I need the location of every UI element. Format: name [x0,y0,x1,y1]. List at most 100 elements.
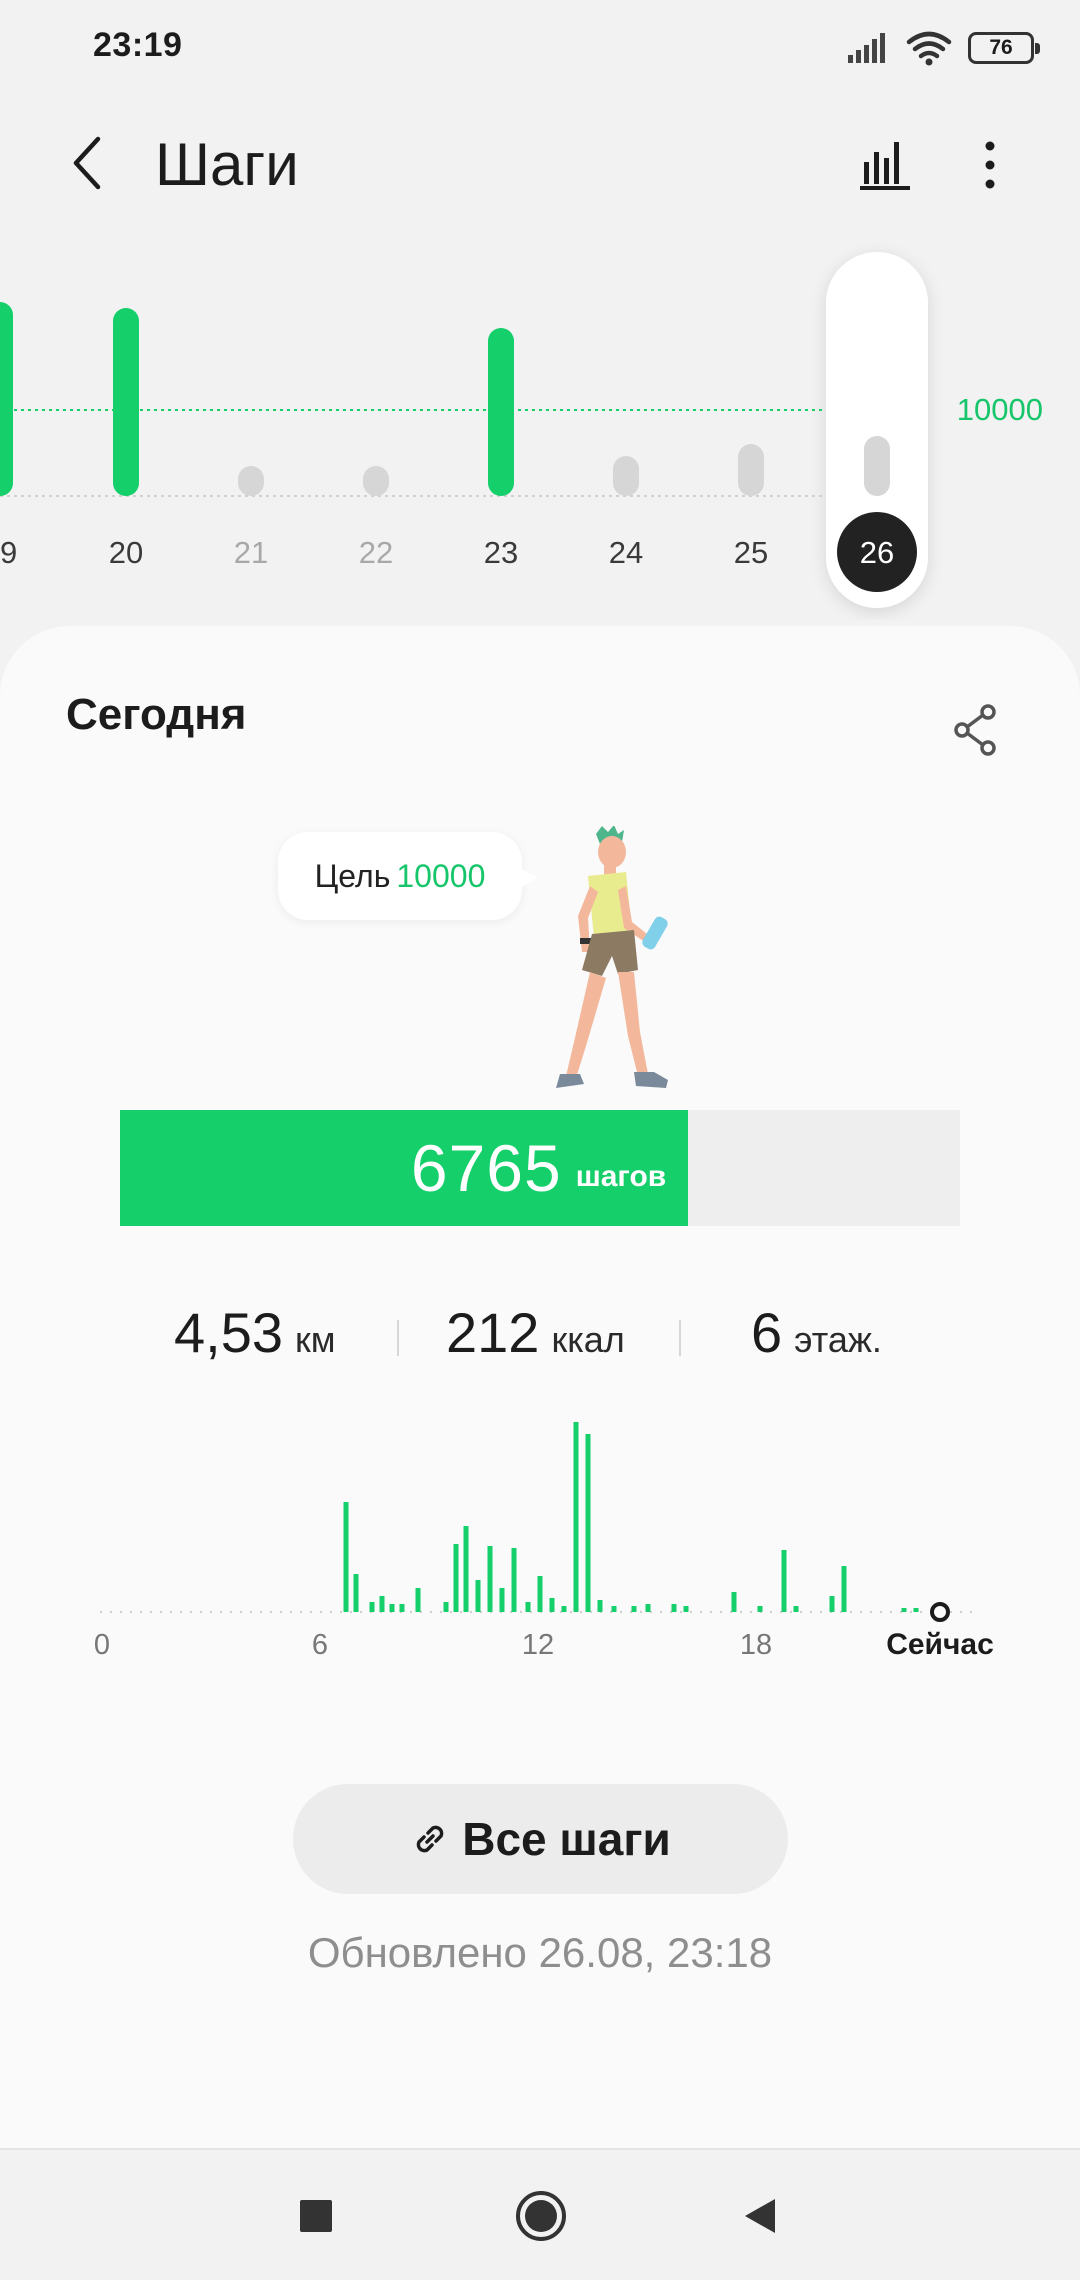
hour-axis-label: 0 [94,1629,110,1661]
hourly-bar [399,1604,405,1612]
hourly-bar [841,1566,847,1612]
hourly-bar [525,1602,531,1612]
hourly-bar [343,1502,349,1612]
hourly-bar [379,1596,385,1612]
distance-stat: 4,53 км [174,1300,336,1365]
goal-label: 10000 [957,392,1043,427]
hourly-bar [561,1606,567,1612]
goal-label: Цель [314,857,391,894]
day-label-25[interactable]: 25 [734,535,768,570]
hourly-bar [901,1608,907,1612]
today-card: Сегодня Цель 10000 6765 шагов 4,53 км 21… [0,626,1080,2148]
status-bar: 23:19 76 [0,0,1080,96]
stat-divider [679,1320,681,1356]
day-bar-26[interactable] [864,436,890,496]
all-steps-label: Все шаги [462,1813,671,1865]
battery-level: 76 [989,36,1013,59]
day-label-22[interactable]: 22 [359,535,393,570]
updated-timestamp: Обновлено 26.08, 23:18 [307,1929,773,1976]
triangle-back-icon [745,2199,775,2233]
hourly-bar [597,1600,603,1612]
goal-value: 10000 [396,857,486,894]
hourly-bar [585,1434,591,1612]
now-axis-label: Сейчас [886,1628,994,1661]
today-title: Сегодня [66,690,247,739]
hourly-bar [415,1588,421,1612]
hourly-bar [683,1606,689,1612]
day-label-20[interactable]: 20 [109,535,143,570]
day-bar-21[interactable] [238,466,264,496]
day-label-23[interactable]: 23 [484,535,518,570]
week-strip[interactable]: 10000 19 20 21 22 23 24 25 26 [0,240,1080,620]
circle-icon [516,2191,566,2241]
hourly-bar [631,1606,637,1612]
hourly-chart-svg: 0 6 12 18 Сейчас [94,1406,994,1661]
calories-value: 212 [446,1301,540,1364]
signal-icon [848,33,885,63]
wifi-icon [906,31,952,66]
hour-axis-label: 6 [312,1629,328,1661]
chevron-left-icon [73,136,101,190]
floors-unit: этаж. [794,1319,882,1360]
hourly-bar [537,1576,543,1612]
hourly-bar [549,1598,555,1612]
day-bar-20[interactable] [113,308,139,496]
hourly-bar [463,1526,469,1612]
goal-bubble: Цель 10000 [278,832,538,920]
back-button[interactable] [56,128,116,198]
hourly-bar [487,1546,493,1612]
day-label-21[interactable]: 21 [234,535,268,570]
now-marker [930,1602,950,1622]
day-bar-24[interactable] [613,456,639,496]
status-icons: 76 [846,28,1040,68]
day-label-26[interactable]: 26 [860,535,894,570]
day-label-24[interactable]: 24 [609,535,643,570]
hour-axis-label: 12 [522,1629,554,1661]
week-chart[interactable]: 10000 19 20 21 22 23 24 25 26 [0,240,1080,620]
hourly-bar [731,1592,737,1612]
more-vertical-icon [985,141,995,189]
hourly-bar [793,1606,799,1612]
hourly-bar [671,1604,677,1612]
floors-stat: 6 этаж. [751,1300,882,1365]
steps-progress-bar: 6765 шагов [120,1110,960,1226]
day-label-19[interactable]: 19 [0,535,17,570]
more-options-button[interactable] [960,132,1020,198]
day-bar-23[interactable] [488,328,514,496]
hourly-bar [757,1606,763,1612]
day-bar-25[interactable] [738,444,764,496]
hourly-bar [453,1544,459,1612]
all-steps-button[interactable]: Все шаги [293,1784,788,1894]
hourly-bar [353,1574,359,1612]
day-bar-22[interactable] [363,466,389,496]
square-icon [300,2200,332,2232]
hourly-bar [475,1580,481,1612]
floors-value: 6 [751,1301,783,1364]
app-bar: Шаги [0,96,1080,236]
back-nav-button[interactable] [730,2186,790,2246]
hourly-bar [369,1602,375,1612]
hourly-bar [645,1604,651,1612]
calories-unit: ккал [551,1319,625,1360]
distance-unit: км [295,1319,336,1360]
hourly-bar [829,1596,835,1612]
home-button[interactable] [511,2186,571,2246]
hourly-bar [573,1406,579,1612]
share-button[interactable] [948,702,1004,758]
hourly-bar [443,1602,449,1612]
stat-divider [397,1320,399,1356]
walker-illustration [556,826,668,1088]
hourly-bar [913,1608,919,1612]
stats-row: 4,53 км 212 ккал 6 этаж. [0,1300,1080,1380]
hourly-bar [511,1548,517,1612]
hourly-bar [781,1550,787,1612]
hourly-bar [499,1588,505,1612]
steps-unit: шагов [575,1160,667,1193]
bar-chart-icon [860,142,910,190]
share-icon [954,704,996,756]
chart-view-button[interactable] [852,132,918,198]
system-nav-bar [0,2148,1080,2280]
day-bar-19[interactable] [0,302,13,496]
recent-apps-button[interactable] [286,2186,346,2246]
distance-value: 4,53 [174,1301,283,1364]
